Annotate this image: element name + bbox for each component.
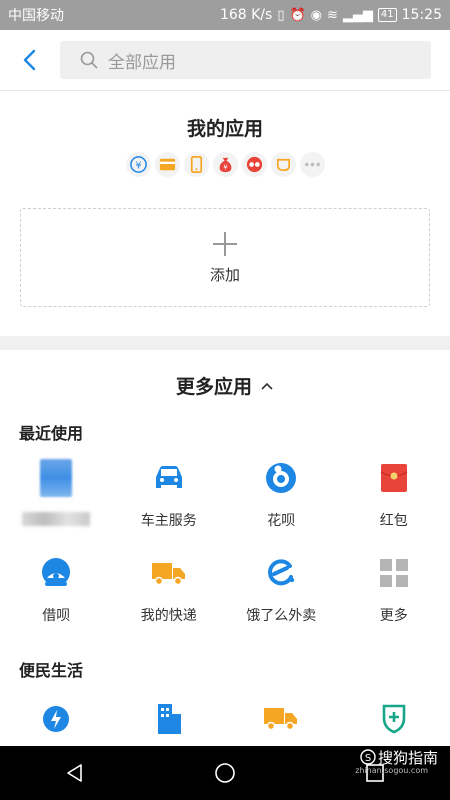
my-apps-icons[interactable]: ¥ ¥: [0, 152, 450, 177]
recent-section-label: 最近使用: [19, 424, 84, 443]
phone-icon: [183, 152, 209, 177]
add-label: 添加: [209, 266, 240, 284]
app-label: 借呗: [42, 608, 71, 624]
svg-text:S: S: [365, 753, 371, 764]
app-label: [22, 510, 91, 528]
app-item-more[interactable]: 更多: [338, 555, 450, 624]
recent-row-1: 车主服务 花呗 红包: [0, 459, 450, 529]
app-item-jiebei[interactable]: 借呗: [0, 555, 113, 624]
yuan-circle-icon: ¥: [125, 152, 151, 177]
more-apps-header[interactable]: 更多应用: [0, 372, 450, 399]
glasses-icon: [241, 152, 267, 177]
watermark-url: zhinan.sogou.com: [355, 766, 428, 775]
app-item-car-service[interactable]: 车主服务: [113, 460, 226, 529]
search-icon: [80, 51, 98, 69]
alarm-icon: ⏰: [289, 7, 306, 23]
water-drop-icon: [38, 700, 74, 736]
app-item-huabei[interactable]: 花呗: [225, 460, 338, 529]
svg-text:¥: ¥: [223, 163, 227, 171]
section-gap: [0, 336, 450, 350]
app-label: 更多: [379, 608, 408, 624]
carrier-name: 中国移动: [8, 8, 64, 24]
status-bar: 中国移动 168 K/s ▯ ⏰ ◉ ≋ ▂▄▆ 41 15:25: [0, 0, 450, 30]
chevron-up-icon: [261, 382, 273, 390]
eleme-icon: [263, 555, 299, 591]
medical-shield-icon: [376, 700, 412, 736]
convenience-row: [0, 700, 450, 736]
signal-icon: ▂▄▆: [342, 7, 373, 23]
truck-icon: [151, 555, 187, 591]
app-item-express[interactable]: [225, 700, 338, 736]
network-speed: 168 K/s: [219, 7, 273, 23]
app-item-red-packet[interactable]: 红包: [338, 460, 450, 529]
back-button[interactable]: [0, 30, 58, 90]
sogou-logo-icon: S: [360, 749, 376, 765]
cup-icon: [270, 152, 296, 177]
vibrate-icon: ▯: [277, 7, 285, 23]
blurred-app-icon: [38, 459, 74, 497]
truck-icon: [263, 700, 299, 736]
app-item-building[interactable]: [113, 700, 226, 736]
battery-icon: 41: [377, 8, 397, 22]
search-placeholder: 全部应用: [108, 52, 176, 73]
svg-text:¥: ¥: [135, 160, 141, 171]
my-apps-title: 我的应用: [186, 118, 263, 140]
recent-row-2: 借呗 我的快递 饿了么外卖 更多: [0, 555, 450, 624]
app-item-medical[interactable]: [338, 700, 450, 736]
chevron-left-icon: [23, 49, 36, 71]
wifi-icon: ≋: [327, 7, 338, 23]
add-app-button[interactable]: 添加: [20, 208, 430, 307]
money-bag-icon: ¥: [212, 152, 238, 177]
more-apps-title: 更多应用: [175, 376, 252, 398]
red-packet-icon: [376, 460, 412, 496]
app-item-blurred[interactable]: [0, 459, 113, 528]
app-label: 我的快递: [140, 608, 197, 624]
app-label: 花呗: [267, 513, 296, 529]
app-item-eleme[interactable]: 饿了么外卖: [225, 555, 338, 624]
building-icon: [151, 700, 187, 736]
app-item-water[interactable]: [0, 700, 113, 736]
jiebei-icon: [38, 555, 74, 591]
plus-icon: [213, 232, 237, 256]
search-input[interactable]: 全部应用: [60, 41, 431, 79]
car-icon: [151, 460, 187, 496]
app-label: 饿了么外卖: [246, 608, 317, 624]
watermark: S 搜狗指南: [360, 746, 438, 768]
eye-icon: ◉: [310, 7, 322, 23]
nav-back-button[interactable]: [65, 763, 85, 783]
app-item-my-express[interactable]: 我的快递: [113, 555, 226, 624]
more-dots-icon: [299, 152, 325, 177]
convenience-section-label: 便民生活: [19, 661, 84, 680]
grid-icon: [376, 555, 412, 591]
app-label: 车主服务: [140, 513, 197, 529]
clock: 15:25: [401, 7, 442, 23]
card-icon: [154, 152, 180, 177]
app-label: 红包: [379, 513, 408, 529]
divider: [0, 90, 450, 91]
watermark-text: 搜狗指南: [377, 748, 438, 767]
nav-home-button[interactable]: [214, 762, 236, 784]
huabei-icon: [263, 460, 299, 496]
